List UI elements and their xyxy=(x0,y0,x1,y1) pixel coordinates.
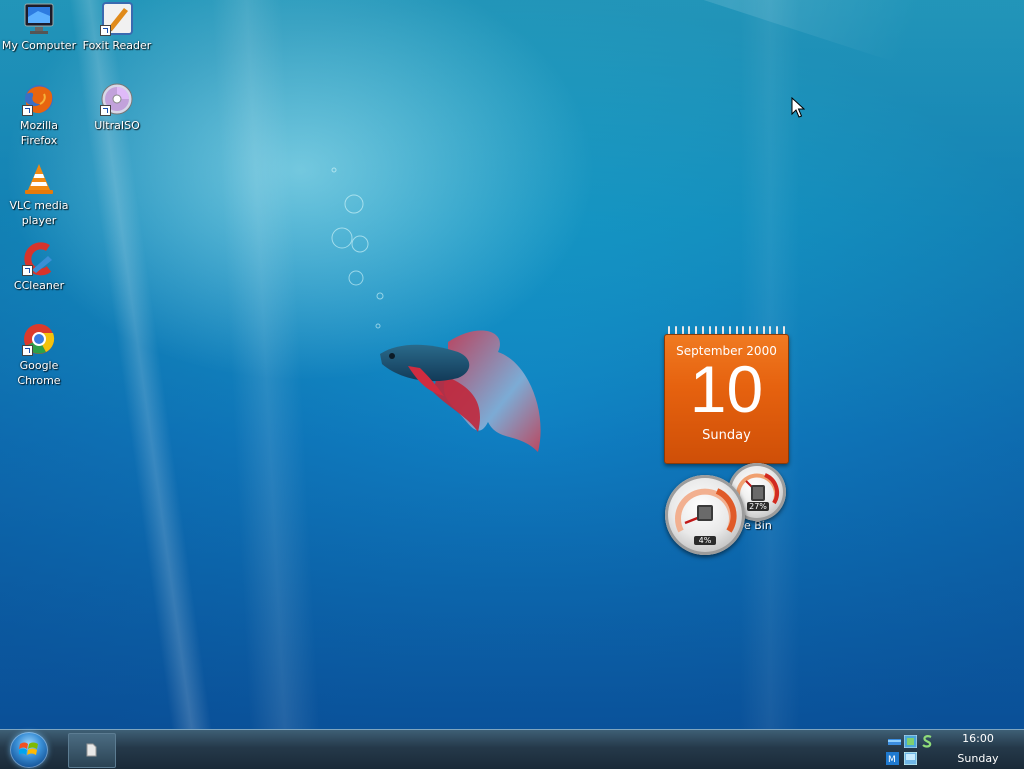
clock-day: Sunday xyxy=(957,752,999,765)
s-app-icon[interactable] xyxy=(921,735,934,748)
cpu-percent: 4% xyxy=(694,536,716,545)
desktop-icon-label: Foxit Reader xyxy=(82,39,152,52)
memory-chip-icon xyxy=(751,485,765,501)
start-button[interactable] xyxy=(10,732,48,768)
calendar-weekday: Sunday xyxy=(702,428,751,443)
desktop-icon-label: CCleaner xyxy=(13,279,65,292)
chrome-icon xyxy=(22,322,56,356)
calendar-gadget[interactable]: September 2000 10 Sunday xyxy=(664,326,789,464)
desktop-icon-firefox[interactable]: Mozilla Firefox xyxy=(0,82,78,148)
shortcut-arrow-icon xyxy=(100,25,111,36)
desktop-icon-foxit-reader[interactable]: Foxit Reader xyxy=(78,2,156,53)
shortcut-arrow-icon xyxy=(22,265,33,276)
desktop-icon-label: Mozilla Firefox xyxy=(20,119,58,147)
desktop-icon-label: UltraISO xyxy=(94,119,140,132)
foxit-reader-icon xyxy=(100,2,134,36)
taskbar: M 16:00 Sunday xyxy=(0,729,1024,769)
desktop-icon-ultraiso[interactable]: UltraISO xyxy=(78,82,156,133)
vlc-cone-icon xyxy=(22,162,56,196)
desktop-icon-my-computer[interactable]: My Computer xyxy=(0,2,78,53)
desktop-icon-ccleaner[interactable]: CCleaner xyxy=(0,242,78,293)
calendar-day-number: 10 xyxy=(689,352,764,426)
desktop-icon-label: Google Chrome xyxy=(17,359,61,387)
desktop-icon-label: VLC media player xyxy=(9,199,69,227)
calendar-page: September 2000 10 Sunday xyxy=(664,334,789,464)
shortcut-arrow-icon xyxy=(100,105,111,116)
monitor-icon[interactable] xyxy=(904,735,917,748)
display-icon[interactable] xyxy=(904,752,917,765)
desktop[interactable]: My Computer Foxit Reader Mozilla Firefox xyxy=(0,0,1024,729)
shortcut-arrow-icon xyxy=(22,345,33,356)
svg-text:M: M xyxy=(888,755,896,765)
taskbar-app-button[interactable] xyxy=(68,733,116,768)
cpu-chip-icon xyxy=(697,505,713,521)
system-tray: M xyxy=(884,733,944,767)
memory-percent: 27% xyxy=(747,502,769,511)
ccleaner-icon xyxy=(22,242,56,276)
desktop-icon-label: My Computer xyxy=(1,39,77,52)
betta-fish-image xyxy=(380,330,541,452)
windows-start-orb-icon xyxy=(19,742,38,755)
network-icon[interactable] xyxy=(888,736,901,749)
cpu-gauge[interactable]: 4% xyxy=(665,475,745,555)
taskbar-clock[interactable]: 16:00 Sunday xyxy=(950,730,1006,769)
desktop-icon-vlc[interactable]: VLC media player xyxy=(0,162,78,228)
document-icon xyxy=(86,743,97,757)
shortcut-arrow-icon xyxy=(22,105,33,116)
clock-time: 16:00 xyxy=(962,732,994,745)
bubbles-decoration xyxy=(331,167,384,329)
firefox-icon xyxy=(22,82,56,116)
mouse-cursor-icon xyxy=(791,97,805,118)
keyboard-icon[interactable]: M xyxy=(886,752,899,765)
computer-monitor-icon xyxy=(22,2,56,36)
desktop-icon-chrome[interactable]: Google Chrome xyxy=(0,322,78,388)
ultraiso-disc-icon xyxy=(100,82,134,116)
